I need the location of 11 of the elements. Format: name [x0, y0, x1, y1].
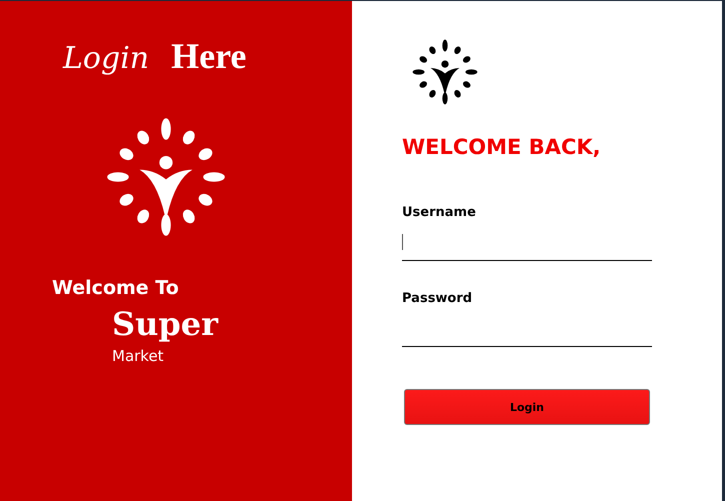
title-script: Login: [63, 41, 150, 76]
welcome-heading: WELCOME BACK,: [402, 135, 602, 159]
figure-leaves-icon: [106, 117, 226, 237]
welcome-text: Welcome To: [52, 277, 180, 299]
login-button[interactable]: Login: [404, 389, 650, 425]
tagline: Market: [112, 347, 165, 365]
brand-name: Super: [112, 305, 220, 343]
title-bold: Here: [171, 35, 246, 77]
figure-leaves-icon: [412, 39, 478, 105]
field-label: Username: [402, 205, 477, 220]
field-label: Password: [402, 291, 474, 306]
